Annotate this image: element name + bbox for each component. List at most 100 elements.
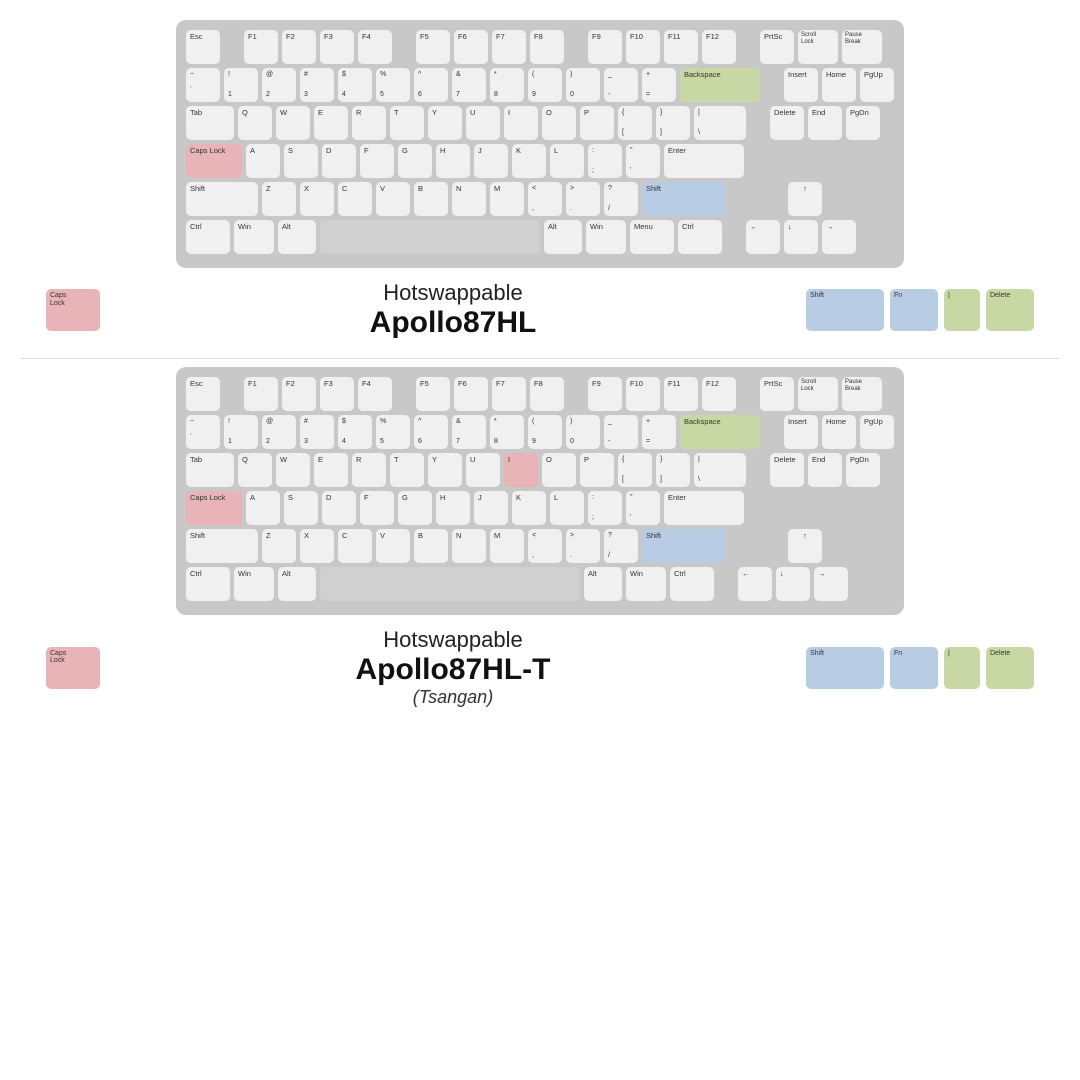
key-6-2[interactable]: ^6 [414,415,448,449]
key-insert[interactable]: Insert [784,68,818,102]
key-1[interactable]: !1 [224,68,258,102]
key-6[interactable]: ^6 [414,68,448,102]
key-minus[interactable]: _- [604,68,638,102]
key-win-right[interactable]: Win [586,220,626,254]
key-g[interactable]: G [398,144,432,178]
key-a[interactable]: A [246,144,280,178]
key-ctrl-right-2[interactable]: Ctrl [670,567,714,601]
key-scroll-lock[interactable]: ScrollLock [798,30,838,64]
key-a-2[interactable]: A [246,491,280,525]
key-9[interactable]: (9 [528,68,562,102]
key-e[interactable]: E [314,106,348,140]
key-f9-2[interactable]: F9 [588,377,622,411]
key-u[interactable]: U [466,106,500,140]
key-f2-2[interactable]: F2 [282,377,316,411]
key-7[interactable]: &7 [452,68,486,102]
key-e-2[interactable]: E [314,453,348,487]
key-pgup[interactable]: PgUp [860,68,894,102]
key-f5[interactable]: F5 [416,30,450,64]
key-2[interactable]: @2 [262,68,296,102]
key-n[interactable]: N [452,182,486,216]
key-end[interactable]: End [808,106,842,140]
key-alt-left[interactable]: Alt [278,220,316,254]
key-h-2[interactable]: H [436,491,470,525]
key-b-2[interactable]: B [414,529,448,563]
key-f10-2[interactable]: F10 [626,377,660,411]
key-tab-2[interactable]: Tab [186,453,234,487]
key-tilde[interactable]: ~` [186,68,220,102]
key-arrow-left[interactable]: ← [746,220,780,254]
key-n-2[interactable]: N [452,529,486,563]
key-f4-2[interactable]: F4 [358,377,392,411]
key-c[interactable]: C [338,182,372,216]
key-t-2[interactable]: T [390,453,424,487]
key-comma[interactable]: <, [528,182,562,216]
key-2-2[interactable]: @2 [262,415,296,449]
key-p-2[interactable]: P [580,453,614,487]
key-equals[interactable]: += [642,68,676,102]
key-v[interactable]: V [376,182,410,216]
key-arrow-right[interactable]: → [822,220,856,254]
key-end-2[interactable]: End [808,453,842,487]
key-extra-fn-2[interactable]: Fn [890,647,938,689]
key-prtsc-2[interactable]: PrtSc [760,377,794,411]
key-f2[interactable]: F2 [282,30,316,64]
key-z[interactable]: Z [262,182,296,216]
key-arrow-down[interactable]: ↓ [784,220,818,254]
key-semicolon-2[interactable]: :; [588,491,622,525]
key-f1-2[interactable]: F1 [244,377,278,411]
key-f3[interactable]: F3 [320,30,354,64]
key-shift-left-2[interactable]: Shift [186,529,258,563]
key-4[interactable]: $4 [338,68,372,102]
key-f[interactable]: F [360,144,394,178]
key-7-2[interactable]: &7 [452,415,486,449]
key-home[interactable]: Home [822,68,856,102]
key-slash[interactable]: ?/ [604,182,638,216]
key-f5-2[interactable]: F5 [416,377,450,411]
key-k[interactable]: K [512,144,546,178]
key-x-2[interactable]: X [300,529,334,563]
key-shift-right-2[interactable]: Shift [642,529,726,563]
key-equals-2[interactable]: += [642,415,676,449]
key-alt-right-2[interactable]: Alt [584,567,622,601]
key-f8-2[interactable]: F8 [530,377,564,411]
key-pgup-2[interactable]: PgUp [860,415,894,449]
key-tilde-2[interactable]: ~` [186,415,220,449]
key-l[interactable]: L [550,144,584,178]
key-caps-lock[interactable]: Caps Lock [186,144,242,178]
key-c-2[interactable]: C [338,529,372,563]
key-h[interactable]: H [436,144,470,178]
key-t[interactable]: T [390,106,424,140]
key-z-2[interactable]: Z [262,529,296,563]
key-arrow-up-2[interactable]: ↑ [788,529,822,563]
key-pgdn[interactable]: PgDn [846,106,880,140]
key-lbracket-2[interactable]: {[ [618,453,652,487]
key-v-2[interactable]: V [376,529,410,563]
key-3-2[interactable]: #3 [300,415,334,449]
key-i-2[interactable]: I [504,453,538,487]
key-0[interactable]: )0 [566,68,600,102]
key-extra-shift-2[interactable]: Shift [806,647,884,689]
key-8[interactable]: *8 [490,68,524,102]
key-win-left[interactable]: Win [234,220,274,254]
key-ctrl-left[interactable]: Ctrl [186,220,230,254]
key-enter[interactable]: Enter [664,144,744,178]
key-f1[interactable]: F1 [244,30,278,64]
key-tab[interactable]: Tab [186,106,234,140]
key-pgdn-2[interactable]: PgDn [846,453,880,487]
key-x[interactable]: X [300,182,334,216]
key-f-2[interactable]: F [360,491,394,525]
key-w[interactable]: W [276,106,310,140]
key-scroll-lock-2[interactable]: ScrollLock [798,377,838,411]
key-f11[interactable]: F11 [664,30,698,64]
key-b[interactable]: B [414,182,448,216]
key-3[interactable]: #3 [300,68,334,102]
key-minus-2[interactable]: _- [604,415,638,449]
key-f10[interactable]: F10 [626,30,660,64]
key-d-2[interactable]: D [322,491,356,525]
key-backslash[interactable]: |\ [694,106,746,140]
key-1-2[interactable]: !1 [224,415,258,449]
key-extra-delete-2[interactable]: Delete [986,647,1034,689]
key-backslash-2[interactable]: |\ [694,453,746,487]
key-home-2[interactable]: Home [822,415,856,449]
